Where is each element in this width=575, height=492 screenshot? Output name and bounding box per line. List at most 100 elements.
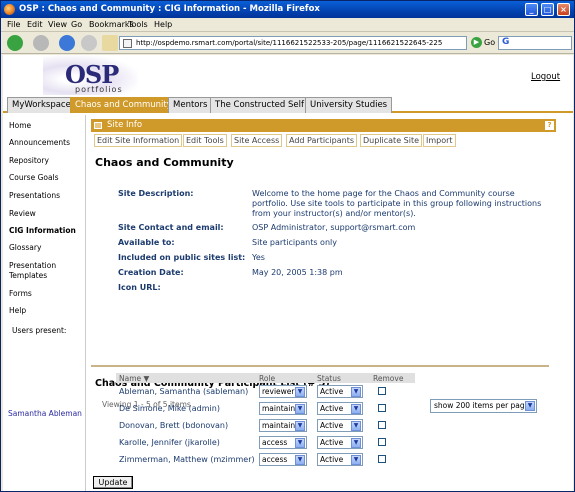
- address-text: http://ospdemo.rsmart.com/portal/site/11…: [136, 39, 443, 47]
- menu-bookmarks[interactable]: Bookmarks: [89, 20, 134, 29]
- contact-name: OSP Administrator,: [252, 223, 328, 232]
- section-divider: [91, 365, 549, 367]
- page-content: OSP portfolios Logout MyWorkspace Chaos …: [3, 55, 573, 491]
- chevron-down-icon: ▼: [525, 401, 535, 411]
- nav-home[interactable]: Home: [9, 121, 31, 130]
- maximize-button[interactable]: □: [541, 3, 554, 16]
- menu-edit[interactable]: Edit: [27, 20, 43, 29]
- back-icon[interactable]: [7, 35, 23, 51]
- status-cell: Active ▼: [314, 400, 370, 417]
- column-role: Role: [256, 373, 314, 383]
- site-access-button[interactable]: Site Access: [231, 134, 283, 147]
- contact-email-link[interactable]: support@rsmart.com: [330, 223, 415, 232]
- nav-glossary[interactable]: Glossary: [9, 243, 41, 252]
- remove-checkbox[interactable]: [378, 420, 386, 429]
- column-name[interactable]: Name ▼: [116, 373, 256, 383]
- title-bar: OSP : Chaos and Community : CIG Informat…: [1, 1, 574, 18]
- page-size-select[interactable]: show 200 items per page ▼: [430, 399, 537, 413]
- role-value: maintain: [262, 404, 296, 413]
- remove-checkbox[interactable]: [378, 386, 386, 395]
- status-select[interactable]: Active ▼: [317, 453, 363, 466]
- reload-icon[interactable]: [59, 35, 75, 51]
- role-value: access: [262, 455, 288, 464]
- import-button[interactable]: Import: [423, 134, 456, 147]
- stop-icon[interactable]: [81, 35, 97, 51]
- table-row: Donovan, Brett (bdonovan) maintain ▼ Active…: [116, 417, 415, 434]
- home-icon[interactable]: [102, 35, 118, 51]
- remove-cell: [370, 417, 415, 434]
- creation-date-value: May 20, 2005 1:38 pm: [252, 268, 343, 277]
- nav-review[interactable]: Review: [9, 209, 36, 218]
- tab-chaos-and-community[interactable]: Chaos and Community: [70, 97, 177, 113]
- menu-file[interactable]: File: [7, 20, 20, 29]
- role-cell: maintain ▼: [256, 417, 314, 434]
- participant-name-link[interactable]: De Simone, Mike (admin): [116, 400, 256, 417]
- menu-tools[interactable]: Tools: [128, 20, 148, 29]
- logout-link[interactable]: Logout: [531, 72, 560, 82]
- nav-course-goals[interactable]: Course Goals: [9, 173, 59, 182]
- remove-checkbox[interactable]: [378, 403, 386, 412]
- tab-the-constructed-self[interactable]: The Constructed Self: [210, 97, 309, 113]
- table-row: Karolle, Jennifer (jkarolle) access ▼ Activ…: [116, 434, 415, 451]
- tab-mentors[interactable]: Mentors: [168, 97, 213, 113]
- header: OSP portfolios Logout: [3, 55, 573, 97]
- status-cell: Active ▼: [314, 383, 370, 400]
- chevron-down-icon: ▼: [295, 455, 305, 465]
- nav-announcements[interactable]: Announcements: [9, 138, 70, 147]
- site-description-value: Welcome to the home page for the Chaos a…: [252, 189, 542, 218]
- participant-name-link[interactable]: Donovan, Brett (bdonovan): [116, 417, 256, 434]
- role-select[interactable]: maintain ▼: [259, 419, 307, 432]
- search-input[interactable]: G: [498, 36, 572, 50]
- status-select[interactable]: Active ▼: [317, 402, 363, 415]
- role-cell: reviewer ▼: [256, 383, 314, 400]
- role-select[interactable]: access ▼: [259, 453, 307, 466]
- page-icon: [123, 39, 132, 48]
- nav-cig-information[interactable]: CIG Information: [9, 226, 76, 235]
- role-select[interactable]: access ▼: [259, 436, 307, 449]
- edit-tools-button[interactable]: Edit Tools: [183, 134, 227, 147]
- duplicate-site-button[interactable]: Duplicate Site: [360, 134, 423, 147]
- add-participants-button[interactable]: Add Participants: [286, 134, 358, 147]
- remove-checkbox[interactable]: [378, 437, 386, 446]
- available-to-label: Available to:: [118, 238, 175, 247]
- menu-help[interactable]: Help: [154, 20, 172, 29]
- nav-presentations[interactable]: Presentations: [9, 191, 60, 200]
- participant-name-link[interactable]: Karolle, Jennifer (jkarolle): [116, 434, 256, 451]
- nav-help[interactable]: Help: [9, 306, 26, 315]
- nav-presentation-templates[interactable]: Presentation Templates: [9, 261, 79, 281]
- role-select[interactable]: maintain ▼: [259, 402, 307, 415]
- tab-university-studies[interactable]: University Studies: [305, 97, 393, 113]
- update-button[interactable]: Update: [93, 476, 133, 489]
- participant-name-link[interactable]: Ableman, Samantha (sableman): [116, 383, 256, 400]
- remove-checkbox[interactable]: [378, 454, 386, 463]
- menu-view[interactable]: View: [48, 20, 67, 29]
- go-icon[interactable]: ▶: [471, 37, 482, 48]
- nav-repository[interactable]: Repository: [9, 156, 49, 165]
- address-bar[interactable]: http://ospdemo.rsmart.com/portal/site/11…: [119, 36, 467, 50]
- forward-icon[interactable]: [33, 35, 49, 51]
- minimize-button[interactable]: _: [525, 3, 538, 16]
- site-description-label: Site Description:: [118, 189, 194, 198]
- creation-date-label: Creation Date:: [118, 268, 184, 277]
- tab-myworkspace[interactable]: MyWorkspace: [7, 97, 76, 113]
- help-icon[interactable]: ?: [545, 121, 554, 130]
- status-select[interactable]: Active ▼: [317, 419, 363, 432]
- site-tabs: MyWorkspace Chaos and Community Mentors …: [3, 97, 573, 113]
- close-button[interactable]: ×: [557, 3, 570, 16]
- site-contact-label: Site Contact and email:: [118, 223, 224, 232]
- edit-site-information-button[interactable]: Edit Site Information: [94, 134, 183, 147]
- google-icon: G: [502, 37, 510, 47]
- public-sites-value: Yes: [252, 253, 265, 262]
- status-select[interactable]: Active ▼: [317, 385, 363, 398]
- status-select[interactable]: Active ▼: [317, 436, 363, 449]
- role-select[interactable]: reviewer ▼: [259, 385, 307, 398]
- role-value: maintain: [262, 421, 296, 430]
- chevron-down-icon: ▼: [351, 404, 361, 414]
- status-value: Active: [320, 421, 344, 430]
- menu-go[interactable]: Go: [71, 20, 82, 29]
- status-value: Active: [320, 455, 344, 464]
- participant-name-link[interactable]: Zimmerman, Matthew (mzimmer): [116, 451, 256, 468]
- status-value: Active: [320, 387, 344, 396]
- nav-forms[interactable]: Forms: [9, 289, 32, 298]
- go-button[interactable]: Go: [484, 38, 495, 47]
